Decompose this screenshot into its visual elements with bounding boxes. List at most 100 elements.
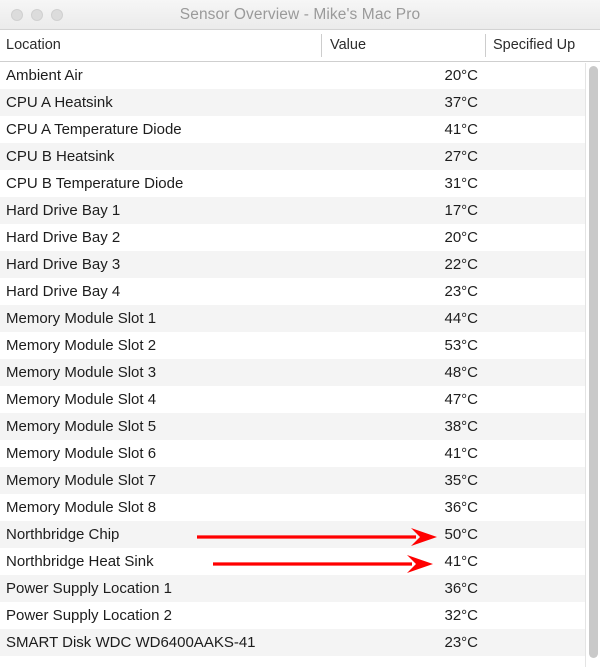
cell-location: Power Supply Location 2 xyxy=(6,607,172,624)
table-row[interactable]: Hard Drive Bay 3 22°C xyxy=(0,251,600,278)
cell-location: Memory Module Slot 3 xyxy=(6,364,157,381)
table-row[interactable]: Northbridge Heat Sink 41°C xyxy=(0,548,600,575)
table-row[interactable]: Memory Module Slot 7 35°C xyxy=(0,467,600,494)
cell-value: 20°C xyxy=(444,67,478,84)
table-row[interactable]: Ambient Air 20°C xyxy=(0,62,600,89)
cell-specified-up xyxy=(493,305,593,332)
table-row[interactable]: Memory Module Slot 8 36°C xyxy=(0,494,600,521)
table-row[interactable]: Memory Module Slot 1 44°C xyxy=(0,305,600,332)
table-row[interactable]: Northbridge Chip 50°C xyxy=(0,521,600,548)
cell-value: 48°C xyxy=(444,364,478,381)
cell-value: 38°C xyxy=(444,418,478,435)
cell-specified-up xyxy=(493,413,593,440)
cell-value: 50°C xyxy=(444,526,478,543)
cell-location: Hard Drive Bay 4 xyxy=(6,283,121,300)
window-title: Sensor Overview - Mike's Mac Pro xyxy=(179,6,421,23)
cell-location: Northbridge Heat Sink xyxy=(6,553,154,570)
cell-specified-up xyxy=(493,89,593,116)
cell-specified-up xyxy=(493,494,593,521)
cell-value: 53°C xyxy=(444,337,478,354)
cell-specified-up xyxy=(493,62,593,89)
cell-location: CPU A Temperature Diode xyxy=(6,121,182,138)
cell-specified-up xyxy=(493,251,593,278)
cell-location: Memory Module Slot 1 xyxy=(6,310,157,327)
cell-value: 44°C xyxy=(444,310,478,327)
cell-location: Hard Drive Bay 3 xyxy=(6,256,121,273)
cell-specified-up xyxy=(493,359,593,386)
table-row[interactable]: Power Supply Location 2 32°C xyxy=(0,602,600,629)
table-row[interactable]: Memory Module Slot 2 53°C xyxy=(0,332,600,359)
cell-location: Power Supply Location 1 xyxy=(6,580,172,597)
cell-location: Memory Module Slot 7 xyxy=(6,472,157,489)
table-row[interactable]: Hard Drive Bay 2 20°C xyxy=(0,224,600,251)
cell-specified-up xyxy=(493,116,593,143)
cell-location: Memory Module Slot 6 xyxy=(6,445,157,462)
vertical-scrollbar-thumb[interactable] xyxy=(589,66,598,658)
table-row[interactable]: Hard Drive Bay 1 17°C xyxy=(0,197,600,224)
table-row[interactable]: Power Supply Location 1 36°C xyxy=(0,575,600,602)
table-row[interactable]: CPU A Temperature Diode 41°C xyxy=(0,116,600,143)
cell-value: 20°C xyxy=(444,229,478,246)
cell-location: SMART Disk WDC WD6400AAKS-41 xyxy=(6,634,256,651)
cell-location: Hard Drive Bay 1 xyxy=(6,202,121,219)
cell-specified-up xyxy=(493,521,593,548)
cell-location: Memory Module Slot 5 xyxy=(6,418,157,435)
cell-value: 36°C xyxy=(444,499,478,516)
cell-value: 22°C xyxy=(444,256,478,273)
cell-value: 41°C xyxy=(444,121,478,138)
table-row[interactable] xyxy=(0,656,600,666)
cell-location: Northbridge Chip xyxy=(6,526,120,543)
table-row[interactable]: Memory Module Slot 6 41°C xyxy=(0,440,600,467)
table-column-header: Location Value Specified Up xyxy=(0,30,600,62)
cell-specified-up xyxy=(493,386,593,413)
cell-value: 23°C xyxy=(444,283,478,300)
window-titlebar: Sensor Overview - Mike's Mac Pro xyxy=(0,0,600,30)
cell-specified-up xyxy=(493,602,593,629)
cell-specified-up xyxy=(493,575,593,602)
cell-specified-up xyxy=(493,197,593,224)
cell-value: 41°C xyxy=(444,445,478,462)
cell-location: Memory Module Slot 4 xyxy=(6,391,157,408)
cell-specified-up xyxy=(493,278,593,305)
column-header-specified-up[interactable]: Specified Up xyxy=(493,30,598,61)
cell-value xyxy=(330,656,478,666)
column-divider-1[interactable] xyxy=(321,34,322,57)
cell-location: CPU B Temperature Diode xyxy=(6,175,184,192)
cell-location: CPU B Heatsink xyxy=(6,148,115,165)
column-header-value[interactable]: Value xyxy=(330,30,480,61)
cell-location: Memory Module Slot 2 xyxy=(6,337,157,354)
cell-location: Memory Module Slot 8 xyxy=(6,499,157,516)
cell-value: 35°C xyxy=(444,472,478,489)
cell-specified-up xyxy=(493,440,593,467)
cell-location: CPU A Heatsink xyxy=(6,94,113,111)
table-row[interactable]: Memory Module Slot 4 47°C xyxy=(0,386,600,413)
cell-location xyxy=(6,656,318,666)
cell-value: 37°C xyxy=(444,94,478,111)
cell-value: 41°C xyxy=(444,553,478,570)
column-header-location[interactable]: Location xyxy=(6,30,316,61)
table-row[interactable]: CPU B Heatsink 27°C xyxy=(0,143,600,170)
cell-specified-up xyxy=(493,170,593,197)
sensor-overview-window: Sensor Overview - Mike's Mac Pro Locatio… xyxy=(0,0,600,667)
cell-value: 47°C xyxy=(444,391,478,408)
table-row[interactable]: Memory Module Slot 3 48°C xyxy=(0,359,600,386)
vertical-scrollbar-track[interactable] xyxy=(585,63,600,667)
table-row[interactable]: CPU B Temperature Diode 31°C xyxy=(0,170,600,197)
cell-specified-up xyxy=(493,143,593,170)
cell-location: Ambient Air xyxy=(6,67,83,84)
column-divider-2[interactable] xyxy=(485,34,486,57)
cell-location: Hard Drive Bay 2 xyxy=(6,229,121,246)
cell-value: 31°C xyxy=(444,175,478,192)
table-row[interactable]: Memory Module Slot 5 38°C xyxy=(0,413,600,440)
cell-specified-up xyxy=(493,548,593,575)
table-row[interactable]: SMART Disk WDC WD6400AAKS-41 23°C xyxy=(0,629,600,656)
cell-value: 32°C xyxy=(444,607,478,624)
cell-value: 17°C xyxy=(444,202,478,219)
table-row[interactable]: CPU A Heatsink 37°C xyxy=(0,89,600,116)
cell-value: 36°C xyxy=(444,580,478,597)
table-row[interactable]: Hard Drive Bay 4 23°C xyxy=(0,278,600,305)
cell-value: 23°C xyxy=(444,634,478,651)
cell-specified-up xyxy=(493,656,593,666)
cell-specified-up xyxy=(493,224,593,251)
cell-specified-up xyxy=(493,629,593,656)
